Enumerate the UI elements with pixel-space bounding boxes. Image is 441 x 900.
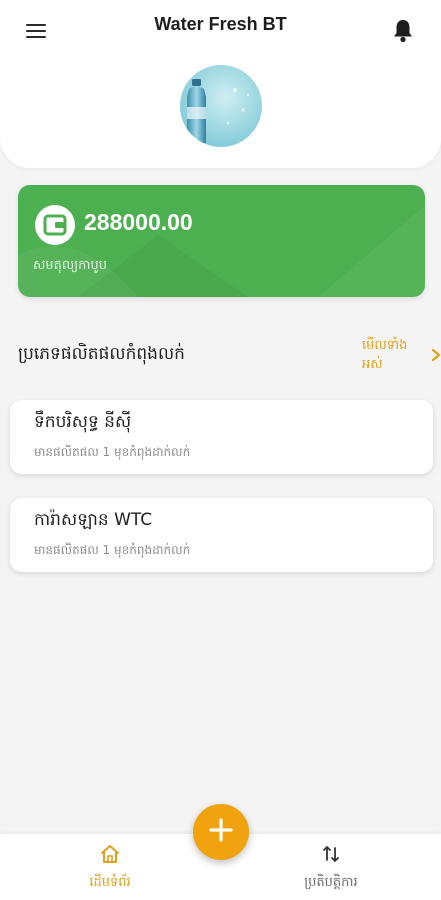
nav-transactions[interactable]: ប្រតិបត្តិការ [281, 844, 381, 894]
wallet-balance-card[interactable]: 288000.00 សមតុល្យកាបូប [18, 185, 425, 297]
wallet-icon [35, 205, 75, 245]
see-all-link[interactable]: មើលទាំងអស់ [362, 338, 441, 372]
card-decoration [18, 205, 425, 297]
product-subtitle: មានផលិតផល 1 មុខកំពុងដាក់លក់ [34, 445, 191, 459]
bell-icon[interactable] [391, 18, 415, 44]
balance-amount: 288000.00 [84, 209, 193, 235]
water-bottle-avatar[interactable] [180, 65, 262, 147]
add-button[interactable] [193, 804, 249, 860]
product-subtitle: មានផលិតផល 1 មុខកំពុងដាក់លក់ [34, 543, 191, 557]
product-name: ទឹកបរិសុទ្ធ នីស៊ី [34, 412, 132, 432]
app-header: Water Fresh BT [0, 0, 441, 168]
nav-transactions-label: ប្រតិបត្តិការ [304, 875, 358, 890]
see-all-label: មើលទាំងអស់ [362, 338, 408, 372]
product-name: ការ៉ាសឡាន WTC [34, 510, 153, 530]
product-card[interactable]: ការ៉ាសឡាន WTC មានផលិតផល 1 មុខកំពុងដាក់លក… [10, 498, 433, 572]
swap-arrows-icon [321, 844, 341, 868]
section-title: ប្រភេទផលិតផលកំពុងលក់ [18, 344, 185, 364]
nav-home[interactable]: ដើមទំព័រ [60, 844, 160, 894]
plus-icon [208, 817, 234, 847]
product-card[interactable]: ទឹកបរិសុទ្ធ នីស៊ី មានផលិតផល 1 មុខកំពុងដា… [10, 400, 433, 474]
home-icon [99, 844, 121, 868]
nav-home-label: ដើមទំព័រ [89, 875, 131, 890]
chevron-right-icon [431, 347, 441, 366]
balance-label: សមតុល្យកាបូប [33, 258, 108, 273]
app-title: Water Fresh BT [154, 14, 287, 34]
